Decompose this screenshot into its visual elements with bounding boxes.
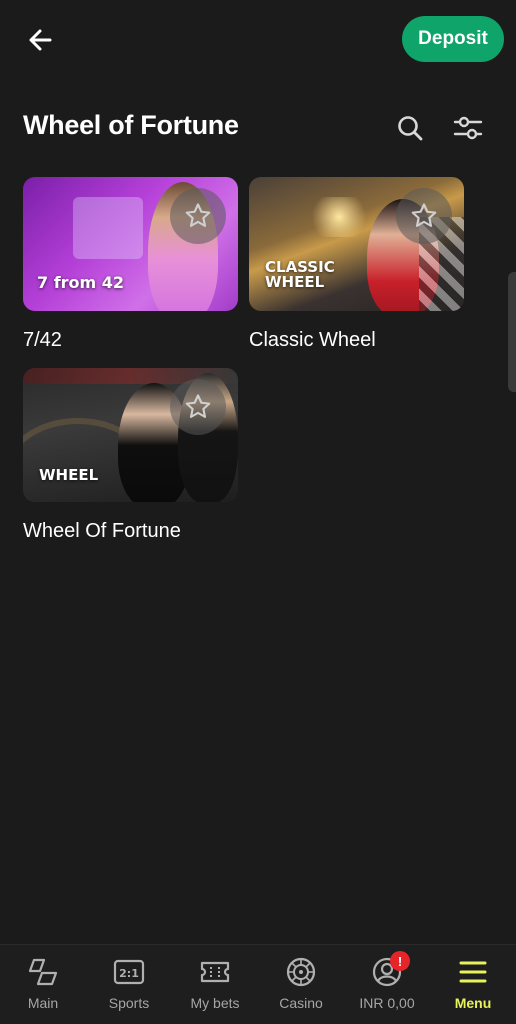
star-icon bbox=[185, 394, 211, 418]
nav-item-my-bets[interactable]: My bets bbox=[172, 945, 258, 1024]
nav-item-sports[interactable]: 2:1 Sports bbox=[86, 945, 172, 1024]
arrow-left-icon bbox=[29, 29, 52, 51]
star-icon bbox=[185, 203, 211, 227]
game-name: 7/42 bbox=[23, 329, 62, 351]
thumb-title: WHEEL bbox=[39, 466, 99, 484]
nav-label: INR 0,00 bbox=[359, 995, 415, 1011]
game-thumbnail: 7 from 42 bbox=[23, 177, 238, 311]
favorite-button[interactable] bbox=[170, 188, 226, 244]
nav-label: Casino bbox=[279, 995, 323, 1011]
filter-button[interactable] bbox=[452, 110, 484, 146]
bottom-nav: Main 2:1 Sports My bets Casino ! INR 0,0… bbox=[0, 944, 516, 1024]
star-icon bbox=[411, 203, 437, 227]
nav-item-casino[interactable]: Casino bbox=[258, 945, 344, 1024]
game-thumbnail: CLASSIC WHEEL bbox=[249, 177, 464, 311]
svg-text:2:1: 2:1 bbox=[119, 967, 139, 980]
deposit-button[interactable]: Deposit bbox=[402, 16, 504, 62]
page-title: Wheel of Fortune bbox=[23, 110, 239, 140]
game-card-7-42[interactable]: 7 from 42 7/42 bbox=[23, 177, 238, 352]
search-icon bbox=[398, 116, 423, 141]
game-name: Wheel Of Fortune bbox=[23, 520, 181, 542]
nav-label: Menu bbox=[454, 995, 492, 1011]
game-card-classic-wheel[interactable]: CLASSIC WHEEL Classic Wheel bbox=[249, 177, 464, 352]
thumb-title-line-2: WHEEL bbox=[265, 273, 325, 291]
nav-item-main[interactable]: Main bbox=[0, 945, 86, 1024]
scroll-handle[interactable] bbox=[508, 272, 516, 392]
favorite-button[interactable] bbox=[170, 379, 226, 435]
favorite-button[interactable] bbox=[396, 188, 452, 244]
back-button[interactable] bbox=[20, 22, 60, 58]
sunset-glow-graphic bbox=[309, 197, 369, 237]
nav-label: My bets bbox=[190, 995, 240, 1011]
layers-icon bbox=[26, 955, 60, 989]
nav-item-menu[interactable]: Menu bbox=[430, 945, 516, 1024]
nav-label: Sports bbox=[108, 995, 150, 1011]
ticket-icon bbox=[198, 955, 232, 989]
game-card-wheel-of-fortune[interactable]: WHEEL Wheel Of Fortune bbox=[23, 368, 238, 543]
scoreboard-icon: 2:1 bbox=[112, 955, 146, 989]
game-name: Classic Wheel bbox=[249, 329, 376, 351]
nav-item-account[interactable]: ! INR 0,00 bbox=[344, 945, 430, 1024]
thumb-title: 7 from 42 bbox=[37, 273, 125, 292]
lottery-machine-graphic bbox=[73, 197, 143, 259]
title-actions bbox=[394, 110, 484, 146]
nav-label: Main bbox=[27, 995, 59, 1011]
search-button[interactable] bbox=[394, 110, 426, 146]
game-thumbnail: WHEEL bbox=[23, 368, 238, 502]
thumb-title: CLASSIC WHEEL bbox=[265, 260, 335, 290]
alert-badge: ! bbox=[390, 951, 410, 971]
sliders-icon bbox=[453, 116, 483, 140]
top-bar: Deposit bbox=[0, 0, 516, 80]
hamburger-icon bbox=[456, 955, 490, 989]
roulette-icon bbox=[284, 955, 318, 989]
